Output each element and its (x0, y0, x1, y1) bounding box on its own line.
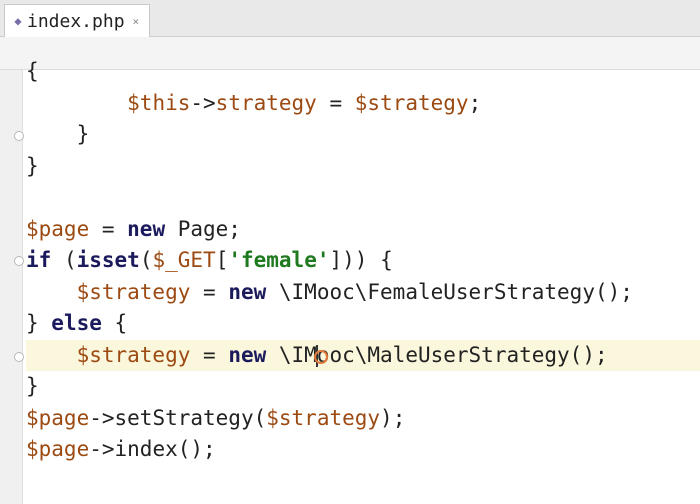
code-token: index (114, 437, 178, 461)
code-line[interactable]: } else { (26, 308, 700, 340)
code-token: setStrategy (114, 405, 254, 430)
code-token: = (190, 279, 229, 304)
code-token: $this (127, 90, 191, 115)
code-token: { (101, 311, 128, 335)
code-token: ( (51, 248, 77, 272)
code-line[interactable]: { (26, 56, 700, 88)
code-token: ( (139, 248, 153, 272)
code-token: } (26, 311, 52, 335)
fold-marker-icon[interactable] (14, 131, 24, 141)
code-token: $_GET (152, 248, 216, 272)
code-token: $page (26, 216, 90, 241)
code-line[interactable]: $page->setStrategy($strategy); (26, 403, 700, 435)
tab-index-php[interactable]: ◆ index.php × (4, 4, 151, 37)
code-line[interactable]: $strategy = new \IMooc\FemaleUserStrateg… (26, 277, 700, 309)
code-token: 'female' (228, 248, 330, 272)
code-line[interactable]: } (26, 119, 700, 151)
code-token: if (26, 248, 52, 272)
code-token: new (228, 342, 267, 367)
code-token: $strategy (76, 279, 191, 304)
code-token: ; (468, 90, 482, 115)
code-token: ( (253, 405, 267, 430)
code-token: (); (177, 437, 216, 461)
code-editor[interactable]: { $this->strategy = $strategy; }} $page =… (26, 56, 700, 466)
tab-title: index.php (27, 10, 125, 32)
fold-marker-icon[interactable] (14, 352, 24, 362)
code-token: = (89, 216, 128, 241)
code-token: } (26, 374, 39, 398)
php-file-icon: ◆ (14, 14, 22, 28)
fold-marker-icon[interactable] (14, 256, 24, 266)
code-token: -> (89, 405, 115, 430)
code-token: -> (190, 90, 216, 115)
code-token: = (190, 342, 229, 367)
code-token: \IMooc\FemaleUserStrategy(); (266, 279, 633, 304)
code-token: [ (215, 248, 229, 272)
code-token: $strategy (354, 90, 469, 115)
code-token: $page (26, 437, 90, 461)
code-token: = (316, 90, 355, 115)
code-line[interactable]: $page = new Page; (26, 214, 700, 246)
code-token: else (51, 311, 102, 335)
code-token: isset (76, 248, 140, 272)
code-line[interactable]: if (isset($_GET['female'])) { (26, 245, 700, 277)
code-token: } (26, 122, 90, 146)
editor-tab-bar: ◆ index.php × (0, 0, 700, 37)
code-token: ])) { (329, 248, 393, 272)
close-tab-icon[interactable]: × (133, 15, 140, 28)
code-token: $page (26, 405, 90, 430)
code-line[interactable]: $page->index(); (26, 434, 700, 466)
current-code-line[interactable]: $strategy = new \IMooc\MaleUserStrategy(… (26, 339, 700, 371)
code-line[interactable] (26, 182, 700, 214)
code-token: new (228, 279, 267, 304)
code-token: ); (380, 405, 406, 430)
code-token: $strategy (76, 342, 191, 367)
code-token: new (127, 216, 166, 241)
code-line[interactable]: } (26, 371, 700, 403)
code-line[interactable]: $this->strategy = $strategy; (26, 88, 700, 120)
code-token: $strategy (266, 405, 381, 430)
code-token: Page; (165, 216, 241, 241)
mouse-cursor-icon (314, 349, 329, 364)
code-token: strategy (215, 90, 317, 115)
code-token: { (26, 59, 39, 83)
code-token: -> (89, 437, 115, 461)
code-line[interactable]: } (26, 151, 700, 183)
code-token: } (26, 153, 39, 178)
